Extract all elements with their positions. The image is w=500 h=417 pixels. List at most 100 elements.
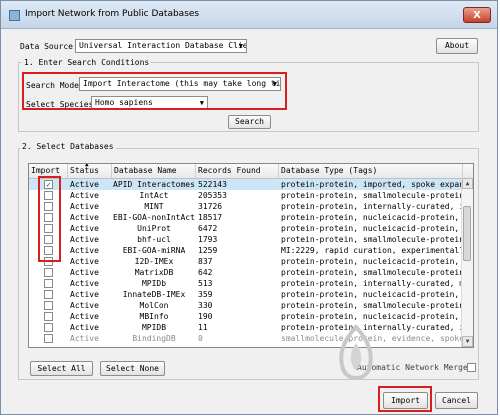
sort-arrow-icon: ▲ [85,164,89,168]
status-cell: Active [70,301,99,310]
database-name-cell: MatrixDB [134,268,174,277]
table-row[interactable]: ✓ Active APID Interactomes 522143 protein-pr… [29,179,463,190]
records-found-cell: 31726 [198,202,223,211]
import-checkbox[interactable] [44,323,53,332]
table-row[interactable]: Active UniProt 6472 protein-protein, nuclei… [29,223,463,234]
records-found-cell: 359 [198,290,213,299]
records-found-cell: 205353 [198,191,227,200]
import-checkbox[interactable] [44,268,53,277]
cancel-button[interactable]: Cancel [435,392,478,409]
table-row[interactable]: Active BindingDB 0 smallmolecule-protein, e… [29,333,463,344]
table-row[interactable]: Active MPIDB 11 protein-protein, internally… [29,322,463,333]
column-header-records-found[interactable]: Records Found [196,164,279,178]
table-row[interactable]: Active InnateDB-IMEx 359 protein-protein, n… [29,289,463,300]
table-row[interactable]: Active IntAct 205353 protein-protein, small… [29,190,463,201]
database-type-cell: protein-protein, smallmolecule-protein, … [281,191,463,200]
databases-section-label: 2. Select Databases [20,142,116,151]
database-name-cell: MPIDB [141,323,167,332]
data-source-value: Universal Interaction Database Client [79,41,247,50]
database-name-cell: UniProt [137,224,171,233]
status-cell: Active [70,180,99,189]
table-row[interactable]: Active EBI-GOA-nonIntAct 18517 protein-prot… [29,212,463,223]
table-header: Import Status ▲ Database Name Records Fo… [29,164,473,179]
column-header-status[interactable]: Status ▲ [68,164,112,178]
status-cell: Active [70,279,99,288]
records-found-cell: 6472 [198,224,218,233]
records-found-cell: 11 [198,323,208,332]
database-type-cell: protein-protein, internally-curated, mim… [281,279,463,288]
table-row[interactable]: Active bhf-ucl 1793 protein-protein, smallm… [29,234,463,245]
database-type-cell: protein-protein, imported, spoke expansi… [281,180,463,189]
database-name-cell: APID Interactomes [113,180,195,189]
database-name-cell: MolCon [139,301,169,310]
database-name-cell: BindingDB [132,334,176,343]
table-row[interactable]: Active MBInfo 190 protein-protein, nucleica… [29,311,463,322]
table-row[interactable]: Active MINT 31726 protein-protein, internal… [29,201,463,212]
import-checkbox[interactable] [44,334,53,343]
table-row[interactable]: Active MatrixDB 642 protein-protein, smallm… [29,267,463,278]
database-name-cell: I2D-IMEx [134,257,174,266]
records-found-cell: 1793 [198,235,218,244]
vertical-scrollbar[interactable]: ▲ ▼ [461,178,473,347]
column-header-database-name[interactable]: Database Name [112,164,196,178]
database-name-cell: bhf-ucl [137,235,171,244]
import-checkbox[interactable] [44,279,53,288]
status-cell: Active [70,257,99,266]
database-name-cell: MPIDb [141,279,167,288]
window-title: Import Network from Public Databases [25,9,200,19]
status-cell: Active [70,235,99,244]
table-row[interactable]: Active MolCon 330 protein-protein, smallmol… [29,300,463,311]
status-cell: Active [70,202,99,211]
records-found-cell: 837 [198,257,213,266]
database-table: Import Status ▲ Database Name Records Fo… [28,163,474,348]
import-checkbox[interactable] [44,290,53,299]
scroll-up-icon[interactable]: ▲ [462,178,473,189]
status-cell: Active [70,246,99,255]
database-type-cell: protein-protein, smallmolecule-protein, … [281,301,463,310]
scroll-down-icon[interactable]: ▼ [462,336,473,347]
import-button-highlight [378,386,432,412]
records-found-cell: 0 [198,334,203,343]
column-header-database-type[interactable]: Database Type (Tags) [279,164,463,178]
network-app-icon [9,10,20,21]
import-column-highlight [38,176,61,262]
status-cell: Active [70,224,99,233]
records-found-cell: 642 [198,268,213,277]
search-conditions-highlight [22,72,287,110]
about-button[interactable]: About [436,38,478,54]
status-cell: Active [70,191,99,200]
records-found-cell: 513 [198,279,213,288]
database-name-cell: EBI-GOA-nonIntAct [113,213,195,222]
records-found-cell: 330 [198,301,213,310]
status-cell: Active [70,290,99,299]
import-checkbox[interactable] [44,312,53,321]
database-type-cell: protein-protein, nucleicacid-protein, ra… [281,213,463,222]
import-checkbox[interactable] [44,301,53,310]
database-name-cell: MBInfo [139,312,169,321]
table-row[interactable]: Active I2D-IMEx 837 protein-protein, nuclei… [29,256,463,267]
records-found-cell: 18517 [198,213,223,222]
data-source-label: Data Source: [20,42,78,51]
records-found-cell: 1259 [198,246,218,255]
table-row[interactable]: Active EBI-GOA-miRNA 1259 MI:2229, rapid cu… [29,245,463,256]
database-type-cell: protein-protein, nucleicacid-protein, nu… [281,312,463,321]
scrollbar-thumb[interactable] [463,206,471,261]
database-type-cell: protein-protein, smallmolecule-protein, … [281,268,463,277]
search-button[interactable]: Search [228,115,271,129]
database-type-cell: protein-protein, nucleicacid-protein, ..… [281,257,463,266]
chevron-down-icon: ▼ [238,42,243,50]
database-name-cell: EBI-GOA-miRNA [122,246,186,255]
data-source-select[interactable]: Universal Interaction Database Client ▼ [75,39,247,53]
records-found-cell: 522143 [198,180,227,189]
database-name-cell: InnateDB-IMEx [122,290,186,299]
database-type-cell: MI:2229, rapid curation, experimentally-… [281,246,463,255]
table-row[interactable]: Active MPIDb 513 protein-protein, internall… [29,278,463,289]
status-cell: Active [70,268,99,277]
database-name-cell: MINT [144,202,164,211]
records-found-cell: 190 [198,312,213,321]
merge-checkbox[interactable] [467,363,476,372]
select-none-button[interactable]: Select None [100,361,165,376]
close-icon[interactable]: X [463,7,491,23]
select-all-button[interactable]: Select All [30,361,93,376]
database-name-cell: IntAct [139,191,169,200]
